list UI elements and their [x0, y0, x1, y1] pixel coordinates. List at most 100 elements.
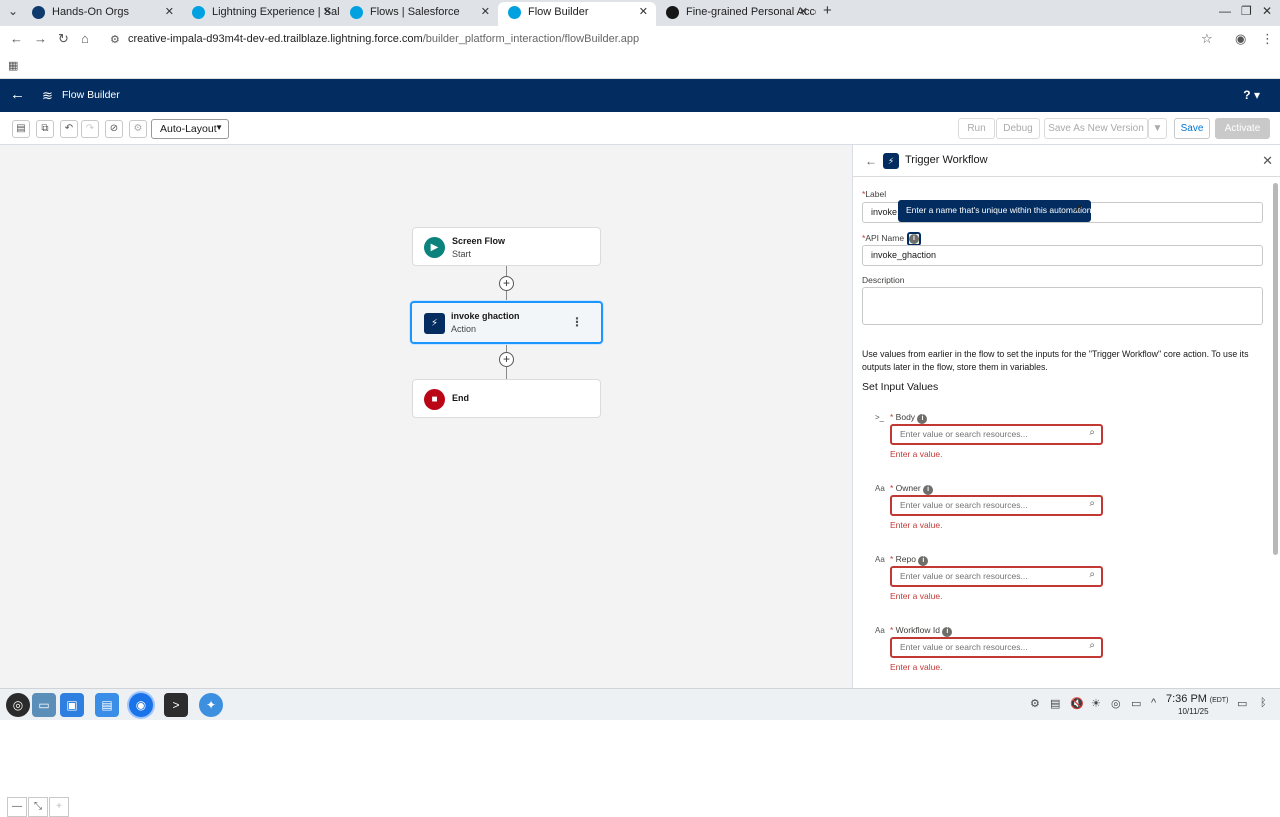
mouse-cursor-icon: ➚ [1073, 201, 1084, 215]
tab-flows[interactable]: Flows | Salesforce ✕ [340, 2, 498, 26]
panel-scrollbar[interactable] [1273, 183, 1278, 555]
search-icon: ⌕ [1089, 569, 1095, 580]
end-node[interactable]: ■ End [412, 379, 601, 418]
info-icon[interactable]: i [918, 556, 929, 566]
desktop-icon[interactable]: ▭ [32, 693, 56, 717]
flow-canvas[interactable]: ▶ Screen Flow Start + + ⚡ invoke ghactio… [0, 145, 852, 817]
error-text: Enter a value. [890, 591, 943, 601]
clock[interactable]: 7:36 PM (EDT) 10/11/25 [1166, 693, 1228, 716]
tab-favicon-icon [32, 6, 45, 19]
github-icon [666, 6, 679, 19]
lightning-bolt-icon: ⚡ [883, 153, 899, 169]
tab-label: Flow Builder [528, 6, 589, 18]
start-node[interactable]: ▶ Screen Flow Start [412, 227, 601, 266]
brightness-icon[interactable]: ☀ [1091, 697, 1101, 710]
close-panel-icon[interactable]: ✕ [1262, 153, 1273, 169]
node-menu-icon[interactable]: ⋮ [571, 315, 583, 329]
add-element-button[interactable]: + [499, 276, 514, 291]
network-tray-icon[interactable]: ⚙ [1030, 697, 1040, 710]
info-icon[interactable]: i [942, 627, 953, 637]
flow-icon: ≋ [42, 88, 53, 103]
info-tooltip: Enter a name that's unique within this a… [898, 200, 1091, 222]
activate-button[interactable]: Activate [1215, 118, 1270, 139]
save-as-new-version-button[interactable]: Save As New Version [1044, 118, 1148, 139]
debug-button[interactable]: Debug [996, 118, 1040, 139]
updates-icon[interactable]: ◎ [1111, 697, 1121, 710]
settings-gear-icon[interactable]: ⚙ [129, 120, 147, 138]
save-button[interactable]: Save [1174, 118, 1210, 139]
bookmarks-bar: ▦ [0, 54, 1280, 79]
layout-select[interactable]: Auto-Layout ▼ [151, 119, 229, 139]
back-arrow-icon[interactable]: ← [10, 86, 25, 103]
terminal-icon[interactable]: > [164, 693, 188, 717]
help-text: Use values from earlier in the flow to s… [862, 349, 1249, 372]
add-element-button[interactable]: + [499, 352, 514, 367]
repo-input[interactable]: Enter value or search resources... ⌕ [890, 566, 1103, 587]
api-name-info-icon[interactable]: i [909, 234, 919, 244]
info-icon[interactable]: i [917, 414, 928, 424]
bluetooth-icon[interactable]: ᛒ [1260, 697, 1267, 709]
forward-icon[interactable]: → [34, 31, 47, 46]
store-icon[interactable]: ▣ [60, 693, 84, 717]
text-template-icon: >_ [875, 413, 885, 422]
body-input[interactable]: Enter value or search resources... ⌕ [890, 424, 1103, 445]
site-info-icon[interactable]: ⚙ [110, 33, 120, 46]
start-menu-icon[interactable]: ◎ [6, 693, 30, 717]
zoom-out-icon[interactable]: — [7, 797, 27, 817]
workflow-id-input[interactable]: Enter value or search resources... ⌕ [890, 637, 1103, 658]
home-icon[interactable]: ⌂ [81, 31, 89, 46]
tab-label: Hands-On Orgs [52, 6, 130, 18]
zoom-in-icon[interactable]: + [49, 797, 69, 817]
new-tab-icon[interactable]: + [823, 2, 832, 19]
files-icon[interactable]: ▤ [95, 693, 119, 717]
text-type-icon: Aa [875, 555, 885, 564]
close-tab-icon[interactable]: ✕ [481, 2, 490, 22]
tray-expand-icon[interactable]: ^ [1151, 697, 1156, 709]
bookmark-star-icon[interactable]: ☆ [1201, 31, 1213, 47]
back-icon[interactable]: ← [10, 31, 23, 46]
profile-icon[interactable]: ◉ [1235, 31, 1246, 47]
reload-icon[interactable]: ↻ [58, 31, 69, 47]
chevron-down-icon: ▼ [215, 123, 223, 132]
browser-menu-icon[interactable]: ⋮ [1261, 31, 1274, 47]
close-tab-icon[interactable]: ✕ [165, 2, 174, 22]
api-name-input[interactable]: invoke_ghaction [862, 245, 1263, 266]
tab-flow-builder[interactable]: Flow Builder ✕ [498, 2, 656, 26]
param-owner: Aa * Owner i Enter value or search resou… [875, 483, 1275, 543]
help-menu-button[interactable]: ? ▾ [1243, 88, 1260, 102]
apps-grid-icon[interactable]: ▦ [8, 59, 18, 72]
network-icon[interactable]: ▭ [1131, 697, 1141, 710]
clipboard-tray-icon[interactable]: ▤ [1050, 697, 1060, 710]
properties-panel: ← ⚡ Trigger Workflow ✕ *Label invoke *AP… [852, 145, 1280, 688]
close-tab-icon[interactable]: ✕ [323, 2, 332, 22]
volume-muted-icon[interactable]: 🔇 [1070, 697, 1084, 710]
owner-input[interactable]: Enter value or search resources... ⌕ [890, 495, 1103, 516]
errors-icon[interactable]: ⊘ [105, 120, 123, 138]
redo-icon[interactable]: ↷ [81, 120, 99, 138]
url-field[interactable]: creative-impala-d93m4t-dev-ed.trailblaze… [128, 33, 639, 45]
vpn-icon[interactable]: ✦ [199, 693, 223, 717]
text-type-icon: Aa [875, 484, 885, 493]
show-desktop-icon[interactable]: ▭ [1237, 697, 1247, 710]
tab-github[interactable]: Fine-grained Personal Acce ✕ [656, 2, 816, 26]
close-tab-icon[interactable]: ✕ [799, 2, 808, 22]
close-tab-icon[interactable]: ✕ [639, 2, 648, 22]
undo-icon[interactable]: ↶ [60, 120, 78, 138]
action-node[interactable]: ⚡ invoke ghaction Action ⋮ [410, 301, 603, 344]
save-options-chevron-icon[interactable]: ▼ [1148, 118, 1167, 139]
description-textarea[interactable] [862, 287, 1263, 325]
info-icon[interactable]: i [923, 485, 934, 495]
fit-view-icon[interactable]: ⤡ [28, 797, 48, 817]
run-button[interactable]: Run [958, 118, 995, 139]
tab-hands-on-orgs[interactable]: Hands-On Orgs ✕ [22, 2, 182, 26]
toggle-toolbox-icon[interactable]: ▤ [12, 120, 30, 138]
maximize-icon[interactable]: ❐ [1241, 4, 1252, 18]
panel-back-icon[interactable]: ← [865, 154, 877, 168]
copy-icon[interactable]: ⧉ [36, 120, 54, 138]
flow-builder-header: ← ≋ Flow Builder ? ▾ [0, 79, 1280, 112]
chrome-icon[interactable]: ◉ [129, 693, 153, 717]
tab-search-icon[interactable]: ⌄ [8, 4, 18, 18]
close-window-icon[interactable]: ✕ [1262, 4, 1272, 18]
tab-lightning-experience[interactable]: Lightning Experience | Sale ✕ [182, 2, 340, 26]
minimize-icon[interactable]: — [1219, 4, 1231, 18]
